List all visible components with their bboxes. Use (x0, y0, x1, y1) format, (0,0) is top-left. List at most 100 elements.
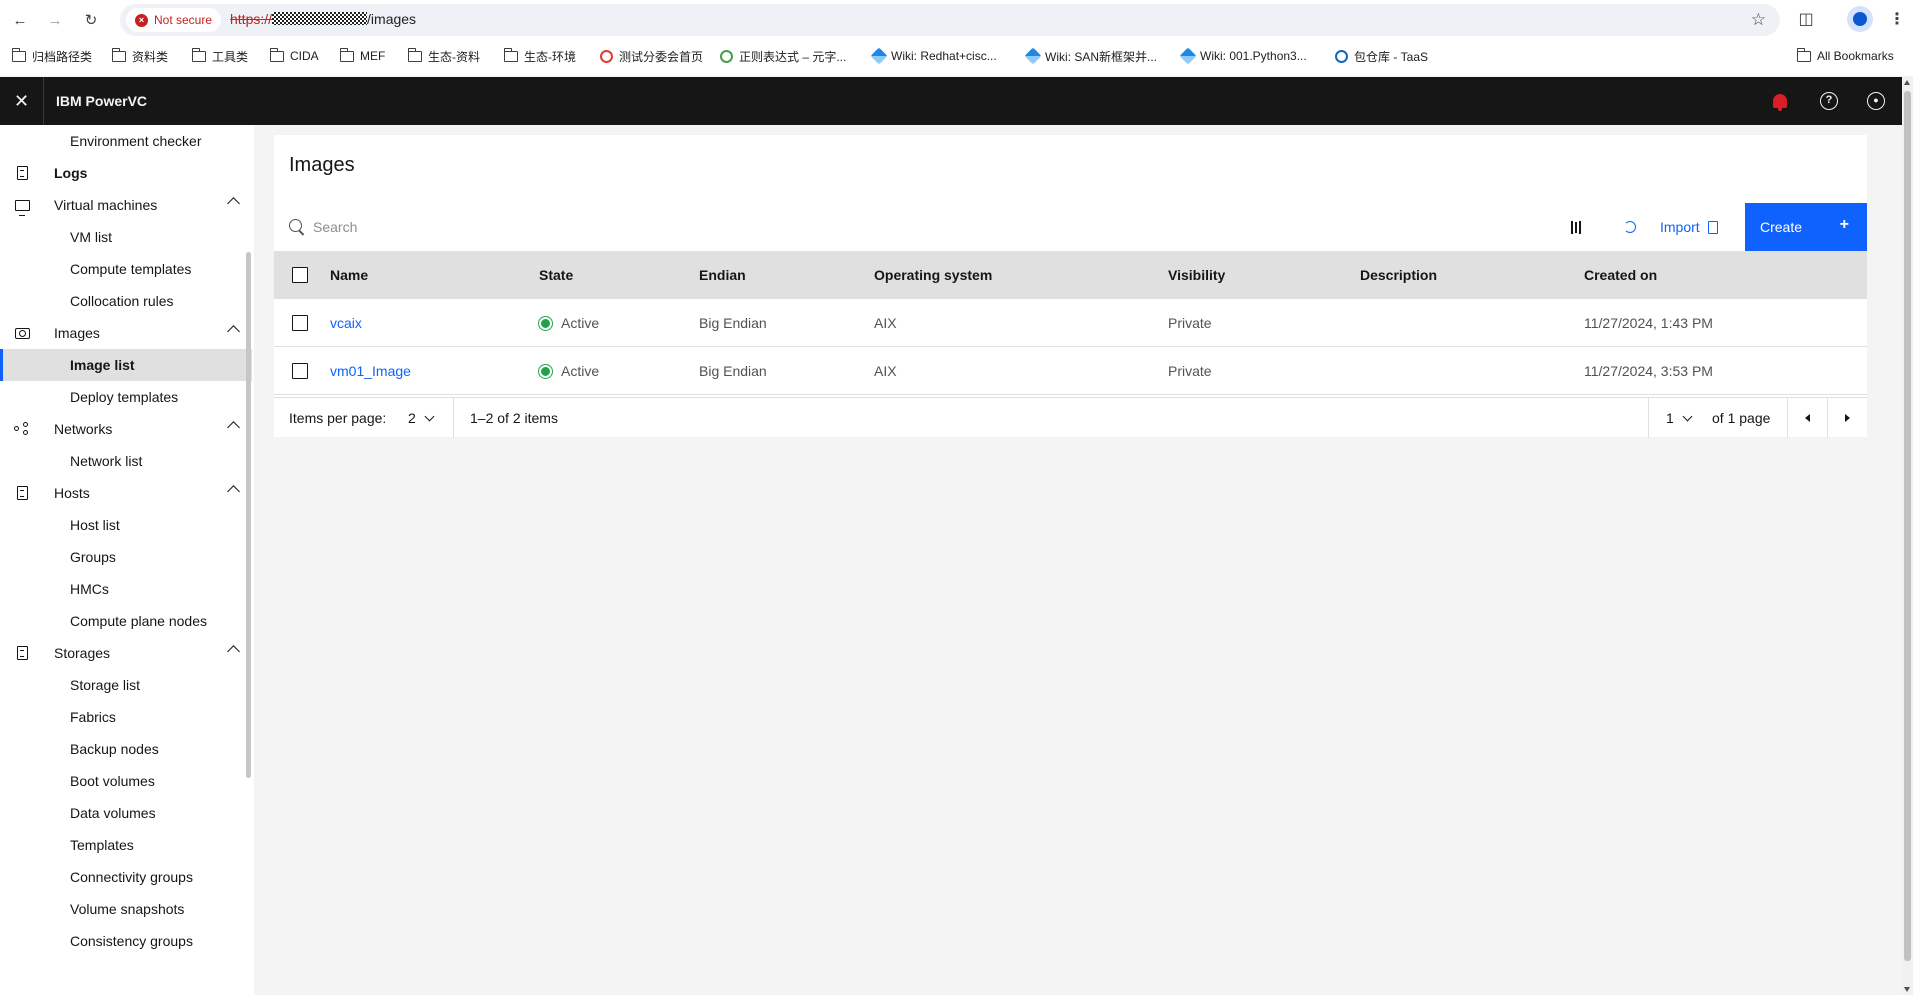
sidenav-item-hmcs[interactable]: HMCs (0, 573, 252, 605)
forward-icon[interactable]: → (43, 8, 67, 32)
bookmark-item[interactable]: 工具类 (191, 46, 248, 66)
column-header-description[interactable]: Description (1360, 251, 1437, 299)
column-header-created-on[interactable]: Created on (1584, 251, 1657, 299)
folder-icon (1796, 47, 1811, 62)
column-header-name[interactable]: Name (330, 251, 368, 299)
row-checkbox[interactable] (292, 315, 308, 331)
refresh-button[interactable] (1606, 203, 1654, 251)
sidenav-label: Network list (70, 453, 143, 469)
previous-page-button[interactable] (1788, 398, 1827, 438)
sidenav-item-connectivity-groups[interactable]: Connectivity groups (0, 861, 252, 893)
security-chip[interactable]: × Not secure (126, 8, 222, 32)
url-text[interactable]: https:// /images (230, 11, 416, 27)
next-page-button[interactable] (1828, 398, 1867, 438)
column-header-visibility[interactable]: Visibility (1168, 251, 1225, 299)
help-icon[interactable]: ? (1817, 89, 1841, 113)
sidenav-item-virtual-machines[interactable]: Virtual machines (0, 189, 252, 221)
extensions-icon[interactable]: ◫ (1794, 7, 1818, 31)
column-header-endian[interactable]: Endian (699, 251, 746, 299)
chevron-up-icon[interactable] (227, 421, 240, 434)
sidenav-item-collocation-rules[interactable]: Collocation rules (0, 285, 252, 317)
sidenav-item-volume-snapshots[interactable]: Volume snapshots (0, 893, 252, 925)
sidenav-item-logs[interactable]: Logs (0, 157, 252, 189)
chevron-up-icon[interactable] (227, 197, 240, 210)
page-title: Images (289, 154, 355, 176)
bookmark-item[interactable]: 资料类 (111, 46, 169, 66)
sidenav-item-fabrics[interactable]: Fabrics (0, 701, 252, 733)
image-name-link[interactable]: vm01_Image (330, 363, 411, 379)
close-icon[interactable]: ✕ (0, 77, 44, 125)
page-select[interactable]: 1 (1666, 398, 1693, 438)
row-checkbox[interactable] (292, 363, 308, 379)
sidenav-item-groups[interactable]: Groups (0, 541, 252, 573)
refresh-icon (1624, 221, 1636, 233)
items-per-page-select[interactable]: 2 (408, 398, 435, 438)
column-header-state[interactable]: State (539, 251, 573, 299)
bookmark-item[interactable]: CIDA (269, 46, 319, 66)
sidenav-item-templates[interactable]: Templates (0, 829, 252, 861)
bookmark-star-icon[interactable]: ☆ (1751, 10, 1766, 30)
os-text: AIX (874, 315, 897, 331)
bookmark-item[interactable]: 包仓库 - TaaS (1335, 46, 1428, 66)
chevron-up-icon[interactable] (227, 325, 240, 338)
sidenav-label: Data volumes (70, 805, 156, 821)
address-bar[interactable]: × Not secure https:// /images ☆ (120, 4, 1780, 36)
sidenav-item-consistency-groups[interactable]: Consistency groups (0, 925, 252, 957)
sidenav-item-hosts[interactable]: Hosts (0, 477, 252, 509)
sidenav-item-data-volumes[interactable]: Data volumes (0, 797, 252, 829)
notification-bell-icon[interactable] (1768, 89, 1792, 113)
sidenav-item-deploy-templates[interactable]: Deploy templates (0, 381, 252, 413)
user-icon[interactable]: ● (1864, 89, 1888, 113)
sidenav-item-storages[interactable]: Storages (0, 637, 252, 669)
sidenav-item-backup-nodes[interactable]: Backup nodes (0, 733, 252, 765)
sidenav-label: Compute templates (70, 261, 192, 277)
camera-icon (14, 325, 30, 341)
bookmark-item[interactable]: Wiki: Redhat+cisc... (870, 46, 997, 66)
bookmark-item[interactable]: 归档路径类 (11, 46, 92, 66)
sidenav-item-compute-plane-nodes[interactable]: Compute plane nodes (0, 605, 252, 637)
endian-text: Big Endian (699, 315, 767, 331)
storage-icon (14, 645, 30, 661)
column-header-os[interactable]: Operating system (874, 251, 992, 299)
bookmark-item[interactable]: Wiki: 001.Python3... (1179, 46, 1307, 66)
os-text: AIX (874, 363, 897, 379)
image-name-link[interactable]: vcaix (330, 315, 362, 331)
security-label: Not secure (154, 13, 213, 27)
create-button[interactable]: Create + (1745, 203, 1867, 251)
total-pages-text: of 1 page (1712, 410, 1771, 426)
all-bookmarks-button[interactable]: All Bookmarks (1796, 46, 1894, 66)
columns-settings-button[interactable] (1552, 203, 1600, 251)
menu-kebab-icon[interactable]: ⋮ (1885, 7, 1909, 31)
site-icon (600, 49, 613, 63)
sidenav-item-storage-list[interactable]: Storage list (0, 669, 252, 701)
sidenav-item-vm-list[interactable]: VM list (0, 221, 252, 253)
bookmark-item[interactable]: 测试分委会首页 (600, 46, 703, 66)
page-scrollbar[interactable] (1902, 77, 1913, 995)
chevron-up-icon[interactable] (227, 645, 240, 658)
sidenav-item-image-list[interactable]: Image list (0, 349, 252, 381)
sidenav-scrollbar[interactable] (246, 125, 252, 778)
sidenav-item-environment-checker[interactable]: Environment checker (0, 125, 252, 157)
bookmark-item[interactable]: MEF (339, 46, 385, 66)
items-range-text: 1–2 of 2 items (470, 410, 558, 426)
chevron-up-icon[interactable] (227, 485, 240, 498)
import-button[interactable]: Import (1660, 203, 1738, 251)
reload-icon[interactable]: ↻ (79, 8, 103, 32)
bookmark-label: 资料类 (132, 49, 169, 64)
bookmark-item[interactable]: 生态-资料 (407, 46, 480, 66)
sidenav-item-images[interactable]: Images (0, 317, 252, 349)
select-all-checkbox[interactable] (292, 267, 308, 283)
bookmark-item[interactable]: 生态-环境 (503, 46, 576, 66)
sidenav-item-networks[interactable]: Networks (0, 413, 252, 445)
bookmark-item[interactable]: 正则表达式 – 元字... (720, 46, 846, 66)
sidenav-item-network-list[interactable]: Network list (0, 445, 252, 477)
bookmark-label: Wiki: SAN新框架并... (1045, 49, 1158, 64)
sidenav-item-boot-volumes[interactable]: Boot volumes (0, 765, 252, 797)
search-input[interactable] (304, 203, 1304, 251)
profile-avatar[interactable] (1847, 6, 1873, 32)
bookmark-item[interactable]: Wiki: SAN新框架并... (1024, 46, 1158, 66)
sidenav-item-compute-templates[interactable]: Compute templates (0, 253, 252, 285)
sidenav-label: Image list (70, 357, 135, 373)
back-icon[interactable]: ← (8, 8, 32, 32)
sidenav-item-host-list[interactable]: Host list (0, 509, 252, 541)
